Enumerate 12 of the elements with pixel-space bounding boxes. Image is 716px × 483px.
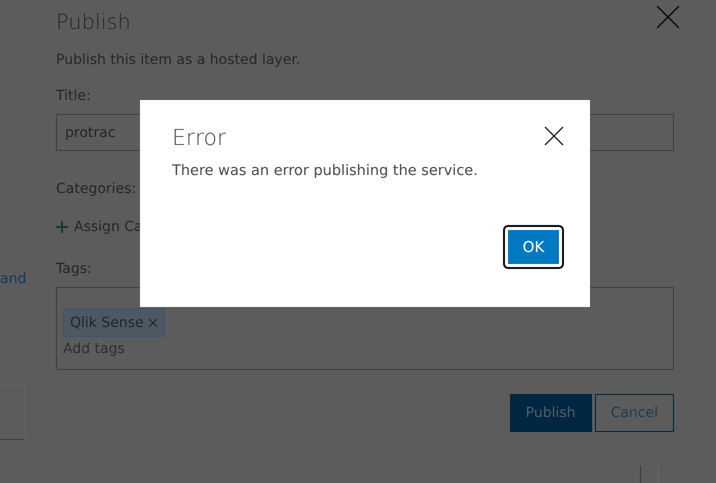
panel-close-button[interactable]: [656, 5, 680, 29]
dialog-message: There was an error publishing the service.: [172, 163, 479, 179]
publish-button[interactable]: Publish: [510, 394, 592, 432]
side-link[interactable]: and: [0, 271, 26, 287]
dialog-close-button[interactable]: [544, 126, 564, 146]
ok-button[interactable]: OK: [505, 227, 562, 267]
close-icon: [656, 5, 680, 29]
plus-icon: [56, 221, 68, 233]
dialog-title: Error: [172, 126, 226, 151]
close-icon: [544, 126, 564, 146]
remove-icon[interactable]: [148, 318, 158, 328]
cancel-button[interactable]: Cancel: [594, 394, 674, 432]
